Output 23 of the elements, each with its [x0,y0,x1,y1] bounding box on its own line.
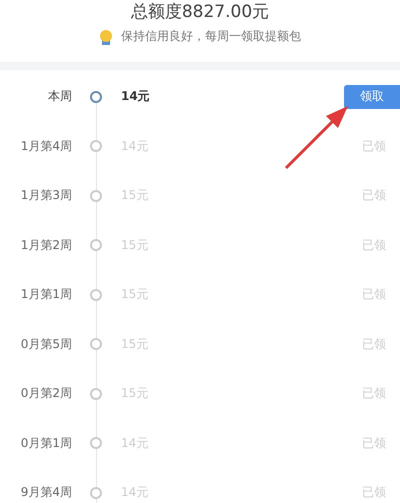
week-label: 1月第1周 [20,286,72,304]
timeline-dot [90,190,102,202]
timeline-dot [90,388,102,400]
week-label: 本周 [47,88,72,106]
timeline-dot [90,288,102,301]
timeline-dot [90,338,102,350]
timeline-dot [90,486,102,499]
week-label: 0月第2周 [20,385,72,402]
amount-text: 14元 [121,88,150,106]
week-label: 0月第1周 [20,434,72,452]
timeline-dot [90,437,102,450]
week-label: 1月第2周 [20,236,72,254]
total-limit: 总额度8827.00元 [130,2,270,22]
week-label: 0月第5周 [20,336,72,353]
medal-icon [99,28,113,44]
timeline-dot [90,90,102,103]
week-label: 1月第4周 [20,138,72,155]
claim-button[interactable]: 领取 [344,84,400,109]
timeline-dot [90,140,102,152]
timeline-dot [90,239,102,252]
week-label: 9月第4周 [20,484,72,502]
week-label: 1月第3周 [20,187,72,204]
tip-text: 保持信用良好，每周一领取提额包 [121,28,301,45]
